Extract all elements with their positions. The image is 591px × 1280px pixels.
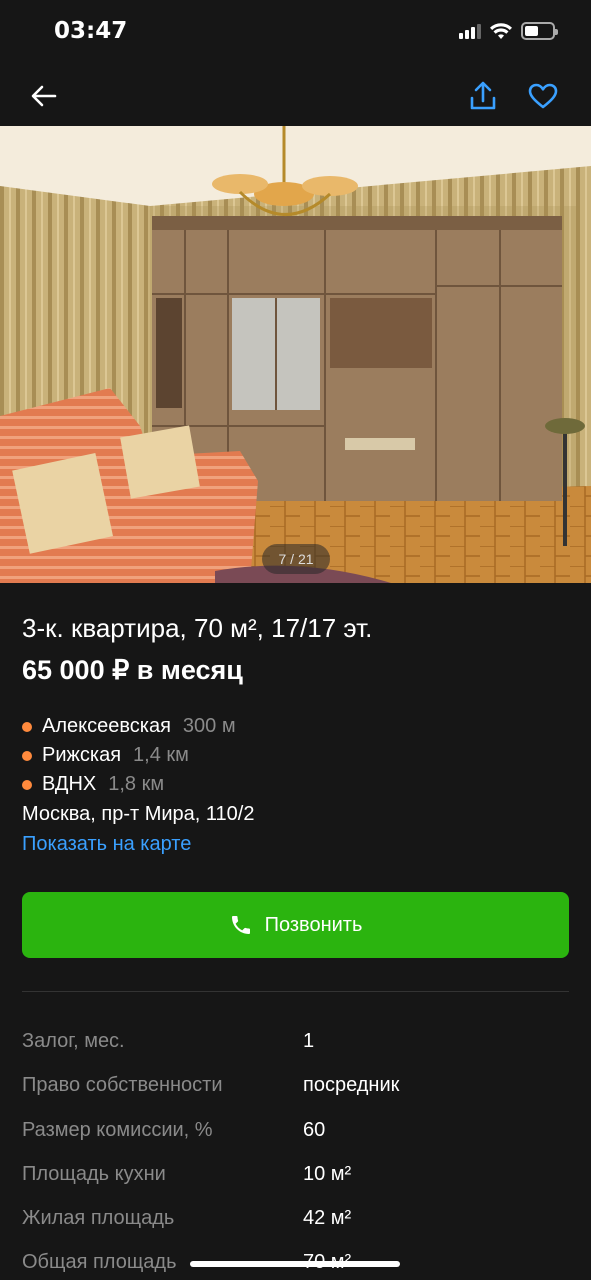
room-photo-image	[0, 126, 591, 583]
listing-details: 3-к. квартира, 70 м², 17/17 эт. 65 000 ₽…	[0, 583, 591, 1280]
metro-station: ВДНХ	[42, 773, 97, 795]
listing-price: 65 000 ₽ в месяц	[22, 655, 243, 685]
metro-item: ВДНХ 1,8 км	[22, 773, 164, 796]
divider	[22, 991, 569, 992]
metro-station: Алексеевская	[42, 715, 171, 737]
back-button[interactable]	[24, 76, 64, 116]
call-button[interactable]: Позвонить	[22, 892, 569, 958]
param-key: Право собственности	[22, 1074, 223, 1096]
share-button[interactable]	[463, 76, 503, 116]
signal-icon	[459, 23, 481, 39]
metro-station: Рижская	[42, 744, 122, 766]
top-nav	[0, 64, 591, 126]
metro-distance: 300 м	[182, 715, 236, 737]
param-key: Общая площадь	[22, 1251, 177, 1273]
status-bar: 03:47	[0, 0, 591, 64]
phone-icon	[231, 916, 250, 934]
param-key: Залог, мес.	[22, 1030, 125, 1052]
param-value: 42 м²	[303, 1207, 352, 1229]
favorite-button[interactable]	[523, 76, 563, 116]
status-time: 03:47	[54, 18, 128, 44]
listing-title: 3-к. квартира, 70 м², 17/17 эт.	[22, 613, 373, 643]
metro-item: Рижская 1,4 км	[22, 744, 189, 767]
photo-counter: 7 / 21	[262, 544, 330, 574]
heart-icon	[528, 83, 558, 109]
listing-photo[interactable]	[0, 126, 591, 583]
param-key: Жилая площадь	[22, 1207, 175, 1229]
param-value: 60	[303, 1119, 326, 1141]
metro-item: Алексеевская 300 м	[22, 715, 236, 738]
home-indicator[interactable]	[190, 1261, 400, 1267]
call-button-label: Позвонить	[264, 913, 363, 936]
wifi-icon	[490, 23, 512, 39]
metro-distance: 1,4 км	[133, 744, 189, 766]
param-value: посредник	[303, 1074, 400, 1096]
metro-dot	[22, 721, 32, 732]
share-icon	[470, 81, 496, 110]
param-key: Размер комиссии, %	[22, 1119, 213, 1141]
battery-icon	[521, 22, 558, 40]
show-on-map-link[interactable]: Показать на карте	[22, 833, 191, 856]
param-value: 10 м²	[303, 1163, 352, 1185]
metro-distance: 1,8 км	[108, 773, 165, 795]
param-key: Площадь кухни	[22, 1163, 166, 1185]
back-icon	[31, 85, 57, 107]
metro-dot	[22, 779, 32, 790]
status-icons	[459, 22, 558, 40]
metro-dot	[22, 750, 32, 761]
param-value: 1	[303, 1030, 315, 1052]
address: Москва, пр-т Мира, 110/2	[22, 803, 255, 825]
